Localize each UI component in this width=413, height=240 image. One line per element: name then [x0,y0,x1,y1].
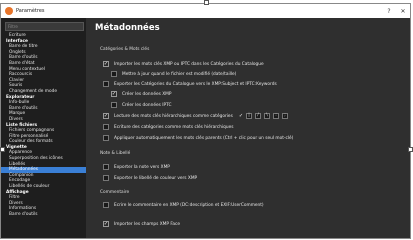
resize-handle-top[interactable] [204,0,209,5]
separator-backslash[interactable]: \ [264,113,271,119]
separator-slash[interactable]: / [255,113,262,119]
checkbox-checked-icon[interactable]: ✓ [111,91,117,97]
section-comment-header: Commentaire [100,190,130,195]
option-label: Lecture des mots clés hiérarchiques comm… [114,113,233,119]
export-categories-option[interactable]: Exporter les Catégories du Catalogue ver… [103,81,277,87]
checkbox-unchecked-icon[interactable] [103,164,109,170]
separator-semicolon[interactable]: ; [282,113,289,119]
option-label: Exporter les Catégories du Catalogue ver… [114,81,277,87]
separator-pipe[interactable]: | [246,113,253,119]
import-keywords-option[interactable]: ✓ Importer les mots clés XMP ou IPTC dan… [103,61,264,67]
write-comment-option[interactable]: Ecrire le commentaire en XMP (DC:descrip… [103,202,264,208]
settings-content: Métadonnées Catégories & Mots clés ✓ Imp… [86,18,410,238]
create-iptc-option[interactable]: Créer les données IPTC [111,102,171,108]
auto-parent-keywords-option[interactable]: Appliquer automatiquement les mots clés … [103,135,293,141]
write-hierarchical-option[interactable]: Ecriture des catégories comme mots clés … [103,124,234,130]
app-icon [5,7,13,15]
section-categories-header: Catégories & Mots clés [100,47,150,52]
checkbox-unchecked-icon[interactable] [103,135,109,141]
option-label: Importer les champs XMP Face [114,221,181,227]
update-on-change-option[interactable]: Mettre à jour quand le fichier est modif… [111,71,236,77]
page-title: Métadonnées [95,23,160,33]
checkbox-unchecked-icon[interactable] [111,102,117,108]
checkbox-unchecked-icon[interactable] [103,124,109,130]
separator-check[interactable]: ✓ [239,113,243,119]
title-bar: Paramètres ? ✕ [1,4,410,18]
filter-input[interactable]: Filtre [5,22,84,31]
checkbox-unchecked-icon[interactable] [103,202,109,208]
resize-handle-right[interactable] [408,147,413,152]
option-label: Exporter le libellé de couleur vers XMP [114,175,198,181]
option-label: Exporter la note vers XMP [114,164,170,170]
sidebar-item[interactable]: Barre d'outils [3,212,86,218]
settings-window: Paramètres ? ✕ Filtre Ecriture Interface B… [0,3,411,239]
read-hierarchical-option[interactable]: ✓ Lecture des mots clés hiérarchiques co… [103,113,289,119]
checkbox-checked-icon[interactable]: ✓ [103,113,109,119]
create-xmp-option[interactable]: ✓ Créer les données XMP [111,91,171,97]
option-label: Importer les mots clés XMP ou IPTC dans … [114,61,264,67]
export-color-label-option[interactable]: Exporter le libellé de couleur vers XMP [103,175,197,181]
resize-handle-left[interactable] [0,147,5,152]
checkbox-unchecked-icon[interactable] [103,175,109,181]
export-note-option[interactable]: Exporter la note vers XMP [103,164,170,170]
separator-colon[interactable]: : [273,113,280,119]
section-note-header: Note & Libellé [100,151,131,156]
option-label: Créer les données XMP [122,91,172,97]
settings-sidebar: Filtre Ecriture Interface Barre de titre On… [1,18,86,238]
option-label: Appliquer automatiquement les mots clés … [114,135,294,141]
checkbox-checked-icon[interactable]: ✓ [103,61,109,67]
checkbox-unchecked-icon[interactable] [111,71,117,77]
option-label: Créer les données IPTC [122,102,172,108]
checkbox-checked-icon[interactable]: ✓ [103,221,109,227]
checkbox-unchecked-icon[interactable] [103,81,109,87]
option-label: Ecrire le commentaire en XMP (DC:descrip… [114,202,264,208]
import-xmp-face-option[interactable]: ✓ Importer les champs XMP Face [103,221,180,227]
settings-nav-list: Ecriture Interface Barre de titre Onglets Ba… [1,33,86,218]
window-title: Paramètres [16,8,45,14]
option-label: Mettre à jour quand le fichier est modif… [122,71,237,77]
close-button[interactable]: ✕ [396,8,410,15]
help-button[interactable]: ? [382,8,396,15]
option-label: Ecriture des catégories comme mots clés … [114,124,234,130]
